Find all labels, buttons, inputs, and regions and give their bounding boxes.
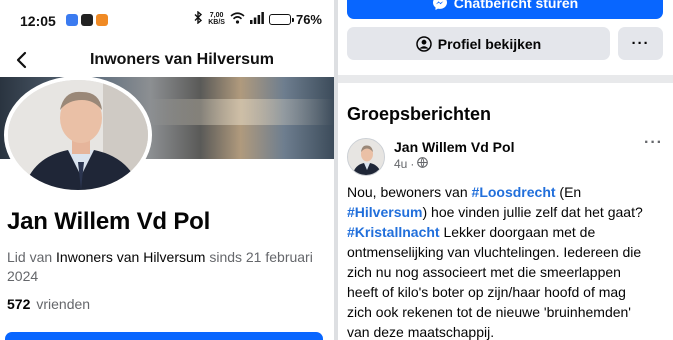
post-text-segment: zich nu nog associeert met die smeerlapp… — [347, 264, 621, 280]
post-text-line: ontmenselijking van vluchtelingen. Ieder… — [347, 242, 669, 262]
person-photo-icon — [348, 139, 384, 175]
profile-name: Jan Willem Vd Pol — [7, 208, 211, 235]
top-navigation: Inwoners van Hilversum — [0, 44, 334, 76]
page-title: Inwoners van Hilversum — [89, 51, 275, 68]
post-author-avatar[interactable] — [347, 138, 385, 176]
globe-icon — [417, 157, 429, 171]
membership-group: Inwoners van Hilversum — [56, 249, 206, 265]
post-text-segment: van deze maatschappij. — [347, 324, 495, 340]
post-text-line: zich nu nog associeert met die smeerlapp… — [347, 262, 669, 282]
status-bar: 12:05 7,00 KB/S 76% — [0, 0, 334, 40]
battery-icon — [268, 13, 294, 25]
group-posts-pane: Chatbericht sturen Profiel bekijken ··· … — [338, 0, 673, 340]
battery-percent: 76% — [295, 11, 322, 27]
more-options-button[interactable]: ··· — [618, 27, 663, 60]
orange-app-icon — [96, 14, 108, 26]
post-text-segment: zich ook rekenen tot de nieuwe 'bruinhem… — [347, 304, 631, 320]
profile-icon — [416, 35, 432, 52]
friends-count[interactable]: 572 vrienden — [7, 296, 90, 312]
profile-picture[interactable] — [4, 76, 152, 194]
post-text: Nou, bewoners van #Loosdrecht (En #Hilver… — [347, 182, 669, 340]
status-time: 12:05 — [20, 13, 56, 29]
section-separator — [338, 75, 673, 83]
post-meta: 4u · — [394, 157, 429, 171]
section-title: Groepsberichten — [347, 104, 492, 124]
post-text-line: #Hilversum) hoe vinden jullie zelf dat h… — [347, 202, 669, 222]
hashtag-link[interactable]: #Kristallnacht — [347, 224, 440, 240]
post-text-segment: Nou, bewoners van — [347, 184, 472, 200]
post-options-button[interactable]: ··· — [644, 134, 663, 152]
send-message-label: Chatbericht sturen — [453, 0, 579, 11]
post-text-segment: Lekker doorgaan met de — [439, 224, 596, 240]
status-indicators: 7,00 KB/S 76% — [194, 10, 322, 27]
view-profile-label: Profiel bekijken — [437, 35, 542, 52]
notification-icons — [66, 14, 108, 26]
messenger-app-icon — [66, 14, 78, 26]
bluetooth-icon — [194, 10, 203, 27]
send-message-button[interactable]: Chatbericht sturen — [347, 0, 663, 19]
post-timestamp[interactable]: 4u — [394, 157, 407, 171]
post-text-line: Nou, bewoners van #Loosdrecht (En — [347, 182, 669, 202]
view-profile-button[interactable]: Profiel bekijken — [347, 27, 610, 60]
network-speed: 7,00 KB/S — [208, 12, 225, 26]
wifi-icon — [230, 11, 245, 27]
meta-separator: · — [410, 157, 415, 171]
post-text-line: zich ook rekenen tot de nieuwe 'bruinhem… — [347, 302, 669, 322]
post-text-segment: ) hoe vinden jullie zelf dat het gaat? — [422, 204, 643, 220]
membership-prefix: Lid van — [7, 249, 57, 265]
network-speed-unit: KB/S — [208, 19, 225, 26]
group-member-profile-pane: 12:05 7,00 KB/S 76% Inwoners van Hilvers… — [0, 0, 334, 340]
post-text-line: van deze maatschappij. — [347, 322, 669, 340]
hashtag-link[interactable]: #Hilversum — [347, 204, 422, 220]
post-text-segment: ontmenselijking van vluchtelingen. Ieder… — [347, 244, 642, 260]
primary-action-button[interactable] — [5, 332, 323, 340]
friends-number: 572 — [7, 296, 31, 312]
membership-info: Lid van Inwoners van Hilversum sinds 21 … — [7, 248, 325, 286]
messenger-icon — [432, 0, 447, 10]
post-text-line: heeft of kilo's boter op zijn/haar hoofd… — [347, 282, 669, 302]
x-app-icon — [81, 14, 93, 26]
person-photo-icon — [8, 80, 148, 190]
friends-label: vrienden — [36, 296, 91, 312]
post-text-segment: (En — [555, 184, 582, 200]
signal-icon — [249, 11, 264, 27]
post-text-segment: heeft of kilo's boter op zijn/haar hoofd… — [347, 284, 626, 300]
hashtag-link[interactable]: #Loosdrecht — [472, 184, 556, 200]
post-text-line: #Kristallnacht Lekker doorgaan met de — [347, 222, 669, 242]
post-author-name[interactable]: Jan Willem Vd Pol — [394, 139, 514, 155]
network-speed-value: 7,00 — [209, 12, 224, 19]
